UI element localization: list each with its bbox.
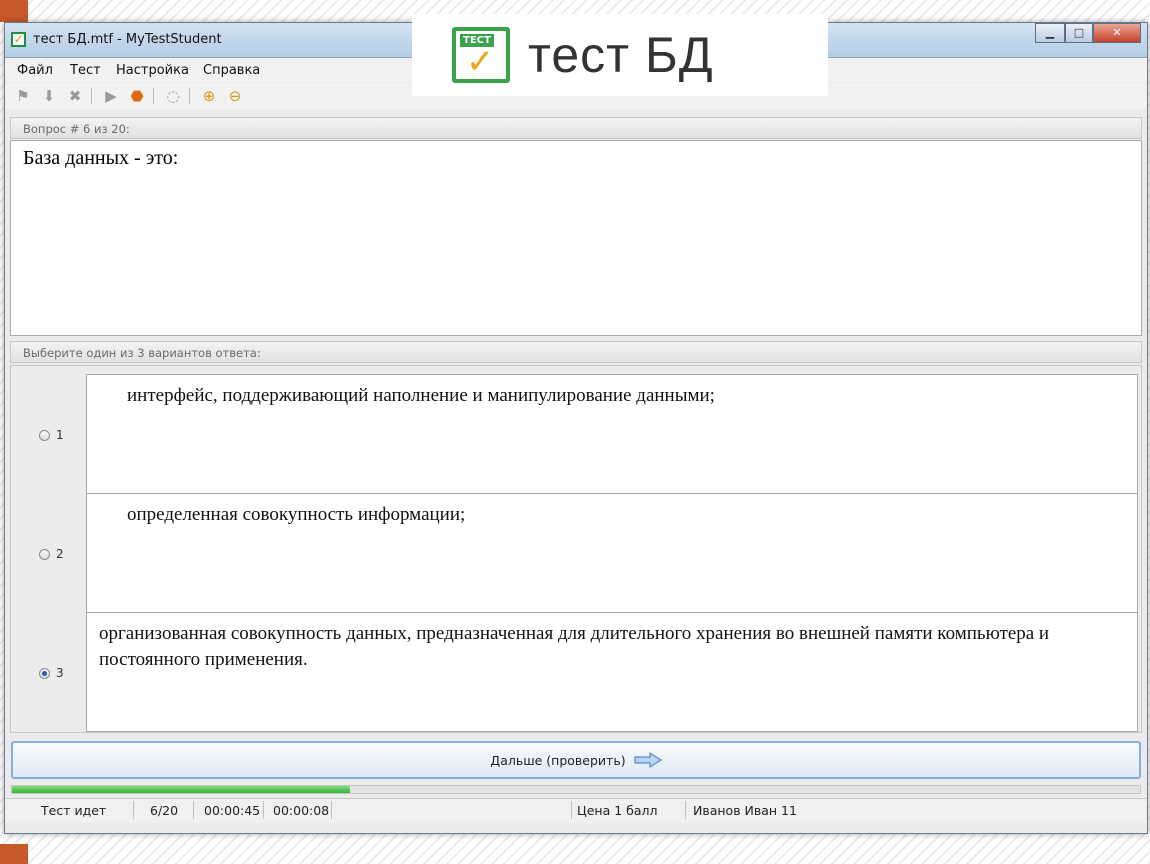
zoom-in-icon[interactable]: ⊕ (199, 86, 219, 106)
next-check-button[interactable]: Дальше (проверить) (11, 741, 1141, 779)
answer-option[interactable]: 1 интерфейс, поддерживающий наполнение и… (11, 374, 1141, 494)
radio-button-selected[interactable] (39, 667, 50, 679)
status-divider (331, 801, 332, 819)
app-check-icon: ✓ (11, 32, 26, 47)
answers-panel: 1 интерфейс, поддерживающий наполнение и… (10, 365, 1142, 733)
next-button-label: Дальше (проверить) (490, 752, 626, 768)
close-button[interactable]: ✕ (1093, 23, 1141, 43)
answer-number: 1 (56, 428, 64, 442)
status-time-question: 00:00:08 (273, 803, 330, 818)
answer-radio-wrap[interactable]: 2 (39, 547, 64, 561)
menu-settings[interactable]: Настройка (116, 63, 189, 78)
zoom-out-icon[interactable]: ⊖ (225, 86, 245, 106)
toolbar-separator (153, 88, 154, 104)
radio-button[interactable] (39, 429, 50, 441)
answer-text-box[interactable]: интерфейс, поддерживающий наполнение и м… (86, 374, 1138, 494)
status-divider (133, 801, 134, 819)
question-text: База данных - это: (23, 147, 179, 169)
answer-text: определенная совокупность информации; (127, 504, 466, 525)
answer-option[interactable]: 2 определенная совокупность информации; (11, 493, 1141, 613)
progress-fill (12, 786, 351, 793)
corner-accent-top (0, 0, 28, 22)
test-logo-icon: ТЕСТ ✓ (452, 27, 510, 83)
answer-option[interactable]: 3 организованная совокупность данных, пр… (11, 612, 1141, 732)
status-bar: Тест идет 6/20 00:00:45 00:00:08 Цена 1 … (5, 798, 1147, 823)
status-divider (571, 801, 572, 819)
down-arrow-icon[interactable]: ⬇ (39, 86, 59, 106)
play-icon[interactable]: ▶ (101, 86, 121, 106)
status-time-total: 00:00:45 (204, 803, 261, 818)
answers-header: Выберите один из 3 вариантов ответа: (10, 341, 1142, 363)
question-header: Вопрос # 6 из 20: (10, 117, 1142, 139)
menu-file[interactable]: Файл (17, 63, 53, 78)
stop-icon[interactable]: ⬣ (127, 86, 147, 106)
toolbar-separator (91, 88, 92, 104)
window-controls: ▁ □ ✕ (1035, 23, 1141, 43)
app-window: ✓ тест БД.mtf - MyTestStudent ▁ □ ✕ Файл… (4, 22, 1148, 834)
menu-help[interactable]: Справка (203, 63, 260, 78)
status-count: 6/20 (150, 803, 179, 818)
status-divider (193, 801, 194, 819)
status-divider (685, 801, 686, 819)
window-title: тест БД.mtf - MyTestStudent (33, 32, 222, 47)
speech-icon[interactable]: ◌ (163, 86, 183, 106)
answer-text: организованная совокупность данных, пред… (99, 623, 1050, 670)
flag-icon[interactable]: ⚑ (13, 86, 33, 106)
logo-title: тест БД (528, 27, 714, 83)
radio-button[interactable] (39, 548, 50, 560)
answer-text-box[interactable]: определенная совокупность информации; (86, 493, 1138, 613)
answer-radio-wrap[interactable]: 3 (39, 666, 64, 680)
answer-text: интерфейс, поддерживающий наполнение и м… (127, 385, 715, 406)
status-divider (263, 801, 264, 819)
right-arrow-icon (633, 752, 662, 768)
toolbar-separator (189, 88, 190, 104)
progress-bar (11, 785, 1141, 794)
status-price: Цена 1 балл (577, 803, 658, 818)
answer-radio-wrap[interactable]: 1 (39, 428, 64, 442)
answer-number: 2 (56, 547, 64, 561)
answer-number: 3 (56, 666, 64, 680)
logo-banner: ТЕСТ ✓ тест БД (412, 14, 828, 96)
checkmark-icon: ✓ (466, 42, 495, 82)
status-state: Тест идет (41, 803, 107, 818)
maximize-button[interactable]: □ (1065, 23, 1093, 43)
status-user: Иванов Иван 11 (693, 803, 797, 818)
delete-icon[interactable]: ✖ (65, 86, 85, 106)
minimize-button[interactable]: ▁ (1035, 23, 1065, 43)
question-panel: База данных - это: (10, 140, 1142, 336)
corner-accent-bottom (0, 844, 28, 864)
menu-test[interactable]: Тест (70, 63, 101, 78)
answer-text-box[interactable]: организованная совокупность данных, пред… (86, 612, 1138, 732)
